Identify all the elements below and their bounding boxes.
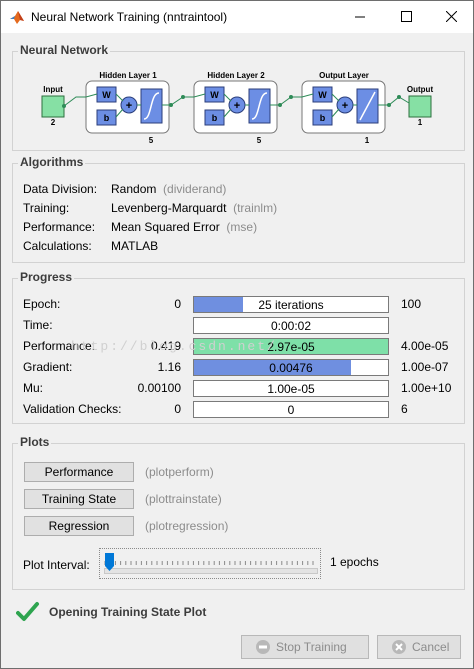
algo-label-training: Training: bbox=[23, 201, 70, 215]
plot-training-state-cmd: (plottrainstate) bbox=[145, 492, 222, 506]
algo-label-calculations: Calculations: bbox=[23, 239, 92, 253]
progress-bar-text: 0 bbox=[287, 403, 295, 417]
hidden2-sum-label: + bbox=[234, 100, 240, 112]
hidden1-size: 5 bbox=[149, 136, 154, 145]
output-block bbox=[408, 95, 432, 118]
algo-label-performance: Performance: bbox=[23, 220, 96, 234]
checkmark-icon bbox=[16, 602, 39, 621]
algo-value-calculations: MATLAB bbox=[111, 239, 159, 253]
slider-thumb[interactable] bbox=[105, 553, 114, 571]
output-size: 1 bbox=[418, 118, 423, 127]
input-block bbox=[41, 95, 65, 118]
progress-bar: 0 bbox=[193, 401, 389, 418]
plot-regression-cmd: (plotregression) bbox=[145, 519, 229, 533]
progress-end-value: 4.00e-05 bbox=[401, 339, 449, 353]
algo-value-training: Levenberg-Marquardt (trainlm) bbox=[111, 201, 278, 215]
plot-performance-button[interactable]: Performance bbox=[24, 462, 134, 482]
progress-section-title: Progress bbox=[18, 270, 75, 284]
progress-start-value: 1.16 bbox=[157, 360, 181, 374]
progress-bar: 1.00e-05 bbox=[193, 380, 389, 397]
slider-ticks bbox=[104, 561, 314, 565]
plot-training-state-button[interactable]: Training State bbox=[24, 489, 134, 509]
progress-bar-text: 1.00e-05 bbox=[267, 382, 315, 396]
cancel-button[interactable]: Cancel bbox=[377, 635, 461, 659]
output-label: Output bbox=[407, 85, 434, 94]
output-sum-label: + bbox=[342, 100, 348, 112]
hidden2-label: Hidden Layer 2 bbox=[207, 71, 265, 80]
progress-bar-text: 0.00476 bbox=[269, 361, 313, 375]
progress-bar: 0.00476 bbox=[193, 359, 389, 376]
hidden1-sum-label: + bbox=[126, 100, 132, 112]
plot-interval-slider[interactable] bbox=[99, 548, 321, 579]
progress-start-value: 0 bbox=[174, 297, 181, 311]
output-layer-size: 1 bbox=[365, 136, 370, 145]
progress-bar: 25 iterations bbox=[193, 296, 389, 313]
plot-performance-cmd: (plotperform) bbox=[145, 465, 214, 479]
slider-track bbox=[104, 568, 318, 574]
progress-label: Epoch: bbox=[23, 297, 61, 311]
progress-label: Mu: bbox=[23, 381, 44, 395]
status-message: Opening Training State Plot bbox=[49, 605, 207, 619]
output-bias-label: b bbox=[320, 113, 326, 123]
algo-label-division: Data Division: bbox=[23, 182, 98, 196]
output-weight-label: W bbox=[318, 90, 327, 100]
output-layer-label: Output Layer bbox=[319, 71, 369, 80]
input-label: Input bbox=[43, 85, 63, 94]
plot-regression-button[interactable]: Regression bbox=[24, 516, 134, 536]
progress-bar-text: 0:00:02 bbox=[270, 319, 312, 333]
hidden2-bias-label: b bbox=[212, 113, 218, 123]
progress-label: Time: bbox=[23, 318, 53, 332]
algo-value-division: Random (dividerand) bbox=[111, 182, 227, 196]
watermark-text: http://blog.csdn.net/ bbox=[71, 339, 277, 354]
plot-interval-value: 1 epochs bbox=[330, 555, 379, 569]
plots-section-title: Plots bbox=[18, 435, 52, 449]
progress-end-value: 1.00e-07 bbox=[401, 360, 449, 374]
hidden1-label: Hidden Layer 1 bbox=[99, 71, 157, 80]
algo-value-performance: Mean Squared Error (mse) bbox=[111, 220, 258, 234]
nntraintool-window: Neural Network Training (nntraintool) Ne… bbox=[0, 0, 474, 669]
progress-bar-text: 25 iterations bbox=[258, 298, 324, 312]
stop-icon bbox=[256, 640, 270, 654]
hidden2-weight-label: W bbox=[210, 90, 219, 100]
progress-end-value: 100 bbox=[401, 297, 422, 311]
hidden1-weight-label: W bbox=[102, 90, 111, 100]
progress-end-value: 1.00e+10 bbox=[401, 381, 452, 395]
plot-interval-label: Plot Interval: bbox=[23, 558, 90, 572]
stop-training-button[interactable]: Stop Training bbox=[241, 635, 369, 659]
algorithms-section-title: Algorithms bbox=[18, 155, 86, 169]
network-diagram: Input 2 Hidden Layer 1 W b + 5 Hidden La… bbox=[41, 71, 434, 145]
progress-label: Validation Checks: bbox=[23, 402, 122, 416]
progress-end-value: 6 bbox=[401, 402, 408, 416]
hidden2-size: 5 bbox=[257, 136, 262, 145]
stop-training-label: Stop Training bbox=[276, 640, 347, 654]
progress-start-value: 0 bbox=[174, 402, 181, 416]
progress-bar: 0:00:02 bbox=[193, 317, 389, 334]
progress-label: Gradient: bbox=[23, 360, 73, 374]
cancel-label: Cancel bbox=[412, 640, 450, 654]
hidden1-bias-label: b bbox=[104, 113, 110, 123]
input-size: 2 bbox=[51, 118, 56, 127]
cancel-icon bbox=[392, 640, 406, 654]
progress-start-value: 0.00100 bbox=[137, 381, 181, 395]
